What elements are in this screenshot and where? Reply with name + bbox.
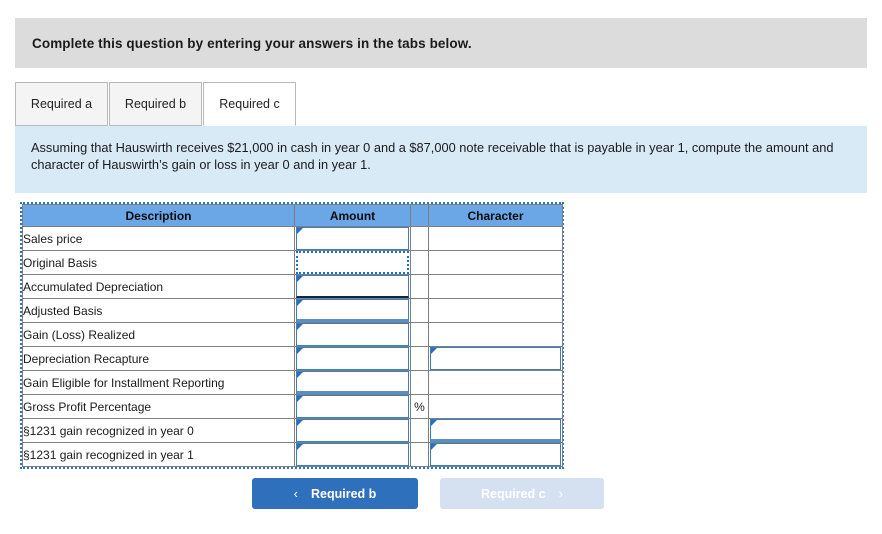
amount-cell	[294, 274, 411, 299]
amount-input[interactable]	[296, 251, 409, 274]
tab-required-b-label: Required b	[124, 97, 187, 111]
amount-input[interactable]	[296, 299, 409, 322]
chevron-right-icon: ›	[558, 486, 563, 501]
percent-symbol-cell	[410, 442, 429, 467]
table-row: Gain (Loss) Realized	[22, 322, 563, 347]
row-label: Adjusted Basis	[22, 298, 295, 323]
character-cell	[428, 298, 563, 323]
amount-cell	[294, 298, 411, 323]
character-input[interactable]	[430, 347, 561, 370]
amount-cell	[294, 346, 411, 371]
percent-symbol-cell	[410, 346, 429, 371]
percent-symbol-cell	[410, 274, 429, 299]
question-prompt-text: Assuming that Hauswirth receives $21,000…	[31, 140, 834, 172]
percent-symbol-cell	[410, 298, 429, 323]
column-header-amount: Amount	[294, 204, 411, 227]
amount-cell	[294, 442, 411, 467]
amount-cell	[294, 370, 411, 395]
character-input[interactable]	[430, 419, 561, 442]
percent-symbol-cell	[410, 226, 429, 251]
percent-symbol-cell	[410, 322, 429, 347]
percent-symbol-cell	[410, 250, 429, 275]
amount-cell	[294, 250, 411, 275]
amount-input[interactable]	[296, 443, 409, 466]
character-cell	[428, 274, 563, 299]
instruction-banner: Complete this question by entering your …	[15, 18, 867, 68]
tab-required-a-label: Required a	[30, 97, 93, 111]
table-row: Sales price	[22, 226, 563, 251]
tab-required-c-label: Required c	[219, 97, 280, 111]
percent-symbol-cell	[410, 418, 429, 443]
amount-input[interactable]	[296, 371, 409, 394]
table-row: Original Basis	[22, 250, 563, 275]
amount-input[interactable]	[296, 419, 409, 442]
column-header-character: Character	[428, 204, 563, 227]
amount-input[interactable]	[296, 395, 409, 418]
column-header-description: Description	[22, 204, 295, 227]
percent-symbol-cell: %	[410, 394, 429, 419]
table-row: §1231 gain recognized in year 0	[22, 418, 563, 443]
row-label: Sales price	[22, 226, 295, 251]
character-input[interactable]	[430, 443, 561, 466]
next-required-c-button[interactable]: Required c ›	[440, 478, 604, 509]
amount-cell	[294, 394, 411, 419]
question-prompt-panel: Assuming that Hauswirth receives $21,000…	[15, 126, 867, 193]
row-label: Gross Profit Percentage	[22, 394, 295, 419]
character-cell	[428, 418, 563, 443]
row-label: §1231 gain recognized in year 0	[22, 418, 295, 443]
amount-cell	[294, 418, 411, 443]
answer-table: Description Amount Character Sales price…	[22, 204, 563, 467]
table-row: Accumulated Depreciation	[22, 274, 563, 299]
chevron-left-icon: ‹	[293, 486, 299, 501]
tab-required-b[interactable]: Required b	[109, 82, 202, 126]
table-header-row: Description Amount Character	[22, 204, 563, 227]
answer-worksheet: Description Amount Character Sales price…	[20, 202, 564, 469]
column-header-spacer	[410, 204, 429, 227]
row-label: Depreciation Recapture	[22, 346, 295, 371]
character-cell	[428, 442, 563, 467]
row-label: Gain (Loss) Realized	[22, 322, 295, 347]
navigation-bar: ‹ Required b Required c ›	[252, 478, 612, 509]
tab-required-c[interactable]: Required c	[203, 82, 296, 126]
next-button-label: Required c	[481, 486, 546, 501]
row-label: Original Basis	[22, 250, 295, 275]
instruction-banner-text: Complete this question by entering your …	[32, 35, 472, 51]
character-cell	[428, 346, 563, 371]
table-row: §1231 gain recognized in year 1	[22, 442, 563, 467]
table-row: Depreciation Recapture	[22, 346, 563, 371]
table-row: Adjusted Basis	[22, 298, 563, 323]
row-label: §1231 gain recognized in year 1	[22, 442, 295, 467]
character-cell	[428, 322, 563, 347]
row-label: Accumulated Depreciation	[22, 274, 295, 299]
amount-input[interactable]	[296, 227, 409, 250]
percent-symbol-cell	[410, 370, 429, 395]
amount-cell	[294, 226, 411, 251]
character-cell	[428, 394, 563, 419]
row-label: Gain Eligible for Installment Reporting	[22, 370, 295, 395]
character-cell	[428, 226, 563, 251]
character-cell	[428, 250, 563, 275]
table-row: Gross Profit Percentage%	[22, 394, 563, 419]
previous-button-label: Required b	[311, 486, 377, 501]
previous-required-b-button[interactable]: ‹ Required b	[252, 478, 418, 509]
tab-strip: Required a Required b Required c	[15, 82, 867, 127]
amount-cell	[294, 322, 411, 347]
amount-input[interactable]	[296, 323, 409, 346]
table-row: Gain Eligible for Installment Reporting	[22, 370, 563, 395]
amount-input[interactable]	[296, 347, 409, 370]
tab-required-a[interactable]: Required a	[15, 82, 108, 126]
amount-input[interactable]	[296, 275, 409, 298]
character-cell	[428, 370, 563, 395]
